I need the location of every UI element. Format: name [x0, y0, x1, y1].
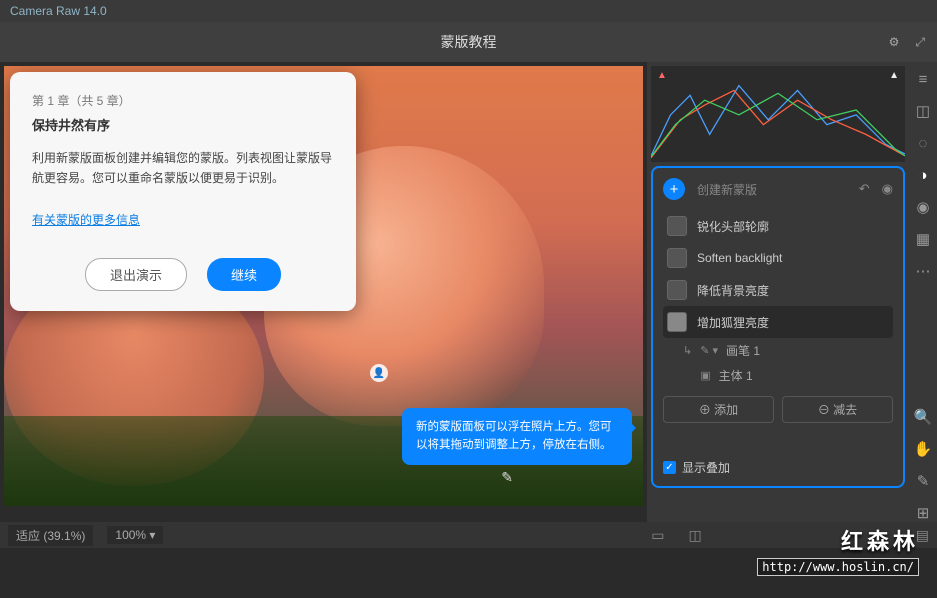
create-mask-button[interactable]: +: [663, 178, 685, 200]
watermark-url: http://www.hoslin.cn/: [757, 558, 919, 576]
mask-thumb-icon: [667, 312, 687, 332]
brush-indicator-icon[interactable]: ✎: [501, 469, 513, 486]
dialog-body: 利用新蒙版面板创建并编辑您的蒙版。列表视图让蒙版导航更容易。您可以重命名蒙版以便…: [32, 148, 334, 189]
mask-label: Soften backlight: [697, 251, 782, 265]
mask-item[interactable]: 锐化头部轮廓: [663, 210, 893, 242]
visibility-icon[interactable]: ◉: [882, 181, 893, 197]
right-toolstrip: ≡ ◫ ◌ ◑ ◉ ▦ ⋯ 🔍 ✋ ✎ ⊞: [909, 62, 937, 522]
zoom-icon[interactable]: 🔍: [914, 408, 932, 426]
heal-icon[interactable]: ◌: [914, 134, 932, 152]
mask-label: 锐化头部轮廓: [697, 218, 769, 235]
branch-icon: ↳: [683, 344, 692, 357]
add-to-mask-button[interactable]: ⊕ 添加: [663, 396, 774, 423]
create-mask-label: 创建新蒙版: [697, 181, 847, 198]
coach-tooltip: 新的蒙版面板可以浮在照片上方。您可以将其拖动到调整上方，停放在右侧。: [402, 408, 632, 465]
grid-icon[interactable]: ⊞: [914, 504, 932, 522]
fit-mode-select[interactable]: 适应 (39.1%): [8, 525, 93, 546]
mask-thumb-icon: [667, 216, 687, 236]
mask-component[interactable]: ↳ ▣ 主体 1: [663, 363, 893, 388]
dialog-title: 保持井然有序: [32, 115, 334, 134]
watermark-text: 红森林: [757, 524, 919, 556]
component-label: 画笔 1: [726, 342, 760, 359]
hand-icon[interactable]: ✋: [914, 440, 932, 458]
zoom-select[interactable]: 100% ▾: [107, 526, 163, 544]
fullscreen-icon[interactable]: ⤢: [915, 35, 925, 50]
mask-component[interactable]: ↳ ✎ ▾ 画笔 1: [663, 338, 893, 363]
histogram[interactable]: ▲ ▲: [651, 66, 905, 162]
edit-sliders-icon[interactable]: ≡: [914, 70, 932, 88]
crop-icon[interactable]: ◫: [914, 102, 932, 120]
mask-pin-icon[interactable]: 👤: [370, 364, 388, 382]
mask-label: 降低背景亮度: [697, 282, 769, 299]
snapshot-icon[interactable]: ▦: [914, 230, 932, 248]
subtract-from-mask-button[interactable]: ⊖ 减去: [782, 396, 893, 423]
dialog-more-link[interactable]: 有关蒙版的更多信息: [32, 213, 140, 227]
mask-item[interactable]: Soften backlight: [663, 242, 893, 274]
tutorial-dialog: 第 1 章（共 5 章） 保持井然有序 利用新蒙版面板创建并编辑您的蒙版。列表视…: [10, 72, 356, 311]
mask-tool-icon[interactable]: ◑: [914, 166, 932, 184]
view-single-icon[interactable]: ▭: [651, 527, 664, 544]
mask-item[interactable]: 降低背景亮度: [663, 274, 893, 306]
redeye-icon[interactable]: ◉: [914, 198, 932, 216]
app-title: Camera Raw 14.0: [10, 4, 107, 18]
show-overlay-checkbox[interactable]: ✓: [663, 461, 676, 474]
exit-demo-button[interactable]: 退出演示: [85, 258, 187, 291]
image-canvas-area: 👤 ✎ 第 1 章（共 5 章） 保持井然有序 利用新蒙版面板创建并编辑您的蒙版…: [0, 62, 647, 522]
mask-thumb-icon: [667, 280, 687, 300]
continue-button[interactable]: 继续: [207, 258, 281, 291]
sampler-icon[interactable]: ✎: [914, 472, 932, 490]
gear-icon[interactable]: ⚙: [889, 35, 900, 50]
dialog-chapter: 第 1 章（共 5 章）: [32, 92, 334, 109]
more-icon[interactable]: ⋯: [914, 262, 932, 280]
show-overlay-label: 显示叠加: [682, 459, 730, 476]
subject-icon: ▣: [700, 369, 710, 382]
undo-icon[interactable]: ↶: [859, 181, 870, 197]
mask-item-active[interactable]: 增加狐狸亮度: [663, 306, 893, 338]
watermark: 红森林 http://www.hoslin.cn/: [757, 524, 919, 576]
app-titlebar: Camera Raw 14.0: [0, 0, 937, 22]
masks-panel: + 创建新蒙版 ↶ ◉ 锐化头部轮廓 Soften backlight: [651, 166, 905, 488]
mask-thumb-icon: [667, 248, 687, 268]
brush-icon: ✎ ▾: [700, 344, 718, 357]
mask-label: 增加狐狸亮度: [697, 314, 769, 331]
top-toolbar: 蒙版教程 ⚙ ⤢: [0, 22, 937, 62]
view-compare-icon[interactable]: ◫: [689, 527, 702, 544]
document-title: 蒙版教程: [441, 32, 497, 52]
component-label: 主体 1: [719, 367, 753, 384]
